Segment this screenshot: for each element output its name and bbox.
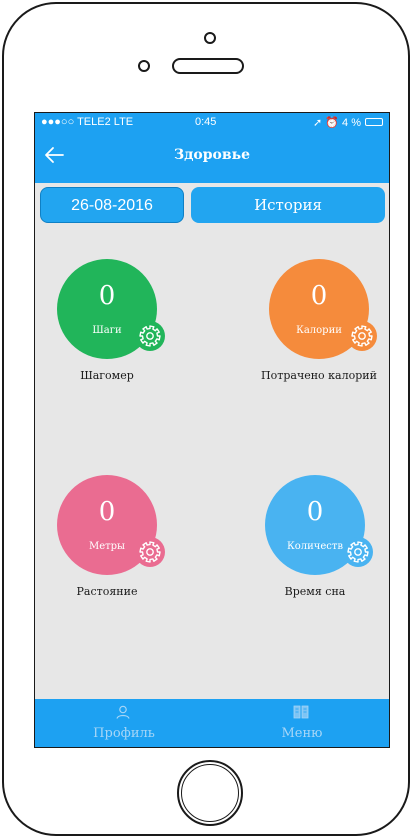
date-button[interactable]: 26-08-2016 [40, 187, 184, 223]
distance-caption: Растояние [76, 585, 138, 598]
calories-caption: Потрачено калорий [261, 369, 377, 382]
tab-bar: Профиль Меню [35, 699, 389, 747]
status-bar: ●●●○○ TELE2 LTE 0:45 ➚ ⏰ 4 % [35, 113, 389, 133]
sleep-value: 0 [306, 497, 324, 527]
steps-settings-gear-icon[interactable] [135, 321, 165, 351]
front-camera [204, 32, 216, 44]
steps-value: 0 [98, 281, 116, 311]
tab-profile-label: Профиль [93, 726, 155, 741]
navigation-bar: Здоровье [35, 133, 389, 183]
distance-settings-gear-icon[interactable] [135, 537, 165, 567]
carrier-label: ●●●○○ TELE2 LTE [41, 116, 134, 128]
book-icon [293, 705, 309, 719]
tab-menu[interactable]: Меню [213, 699, 389, 747]
distance-value: 0 [98, 497, 116, 527]
sleep-caption: Время сна [284, 585, 346, 598]
status-indicators: ➚ ⏰ 4 % [313, 117, 361, 129]
calories-value: 0 [310, 281, 328, 311]
app-screen: ●●●○○ TELE2 LTE 0:45 ➚ ⏰ 4 % Здоровье 26… [34, 112, 390, 748]
tab-menu-label: Меню [281, 726, 323, 741]
earpiece-speaker [172, 58, 244, 74]
clock: 0:45 [195, 116, 217, 128]
proximity-sensor [138, 60, 150, 72]
history-button[interactable]: История [191, 187, 385, 223]
calories-settings-gear-icon[interactable] [347, 321, 377, 351]
person-icon [116, 705, 130, 719]
steps-caption: Шагомер [80, 369, 134, 382]
home-button-ring [181, 764, 239, 822]
battery-icon [365, 118, 383, 126]
tab-profile[interactable]: Профиль [35, 699, 213, 747]
page-title: Здоровье [173, 147, 251, 163]
sleep-settings-gear-icon[interactable] [343, 537, 373, 567]
